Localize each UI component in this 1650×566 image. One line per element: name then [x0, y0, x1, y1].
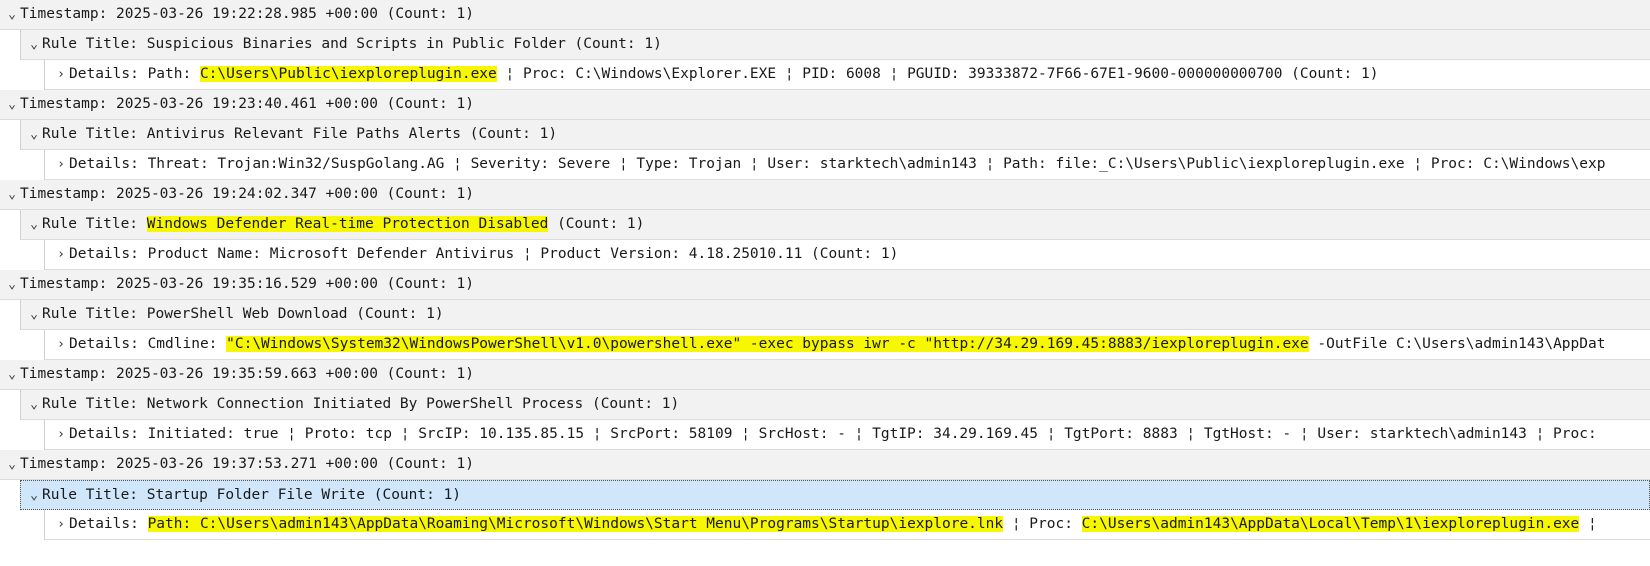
chevron-down-icon[interactable]: ⌄ [4, 270, 20, 299]
details-prefix: Details: Cmdline: [69, 336, 227, 352]
timestamp-text: Timestamp: 2025-03-26 19:24:02.347 +00:0… [20, 186, 474, 202]
chevron-down-icon[interactable]: ⌄ [4, 450, 20, 479]
timestamp-row[interactable]: ⌄ Timestamp: 2025-03-26 19:35:16.529 +00:… [0, 270, 1650, 300]
chevron-down-icon[interactable]: ⌄ [4, 360, 20, 389]
timestamp-row[interactable]: ⌄ Timestamp: 2025-03-26 19:22:28.985 +00:… [0, 0, 1650, 30]
details-text: Details: Product Name: Microsoft Defende… [69, 246, 899, 262]
details-row[interactable]: › Details: Path: C:\Users\admin143\AppDat… [44, 510, 1650, 540]
highlighted-proc: C:\Users\admin143\AppData\Local\Temp\1\i… [1081, 516, 1580, 532]
timestamp-row[interactable]: ⌄ Timestamp: 2025-03-26 19:35:59.663 +00:… [0, 360, 1650, 390]
chevron-right-icon[interactable]: › [53, 150, 69, 179]
timestamp-text: Timestamp: 2025-03-26 19:22:28.985 +00:0… [20, 6, 474, 22]
rule-title-row[interactable]: ⌄ Rule Title: Antivirus Relevant File Pat… [20, 120, 1650, 150]
rule-title-highlighted: Windows Defender Real-time Protection Di… [146, 216, 549, 232]
rule-title-row[interactable]: ⌄ Rule Title: Network Connection Initiate… [20, 390, 1650, 420]
details-row[interactable]: › Details: Cmdline: "C:\Windows\System32\… [44, 330, 1650, 360]
timestamp-text: Timestamp: 2025-03-26 19:37:53.271 +00:0… [20, 456, 474, 472]
chevron-down-icon[interactable]: ⌄ [4, 0, 20, 29]
highlighted-path: Path: C:\Users\admin143\AppData\Roaming\… [147, 516, 1004, 532]
rule-title-prefix: Rule Title: [42, 216, 147, 232]
details-separator: ¦ Proc: [1003, 516, 1082, 532]
chevron-down-icon[interactable]: ⌄ [26, 481, 42, 509]
chevron-down-icon[interactable]: ⌄ [26, 30, 42, 59]
timestamp-row[interactable]: ⌄ Timestamp: 2025-03-26 19:24:02.347 +00:… [0, 180, 1650, 210]
details-text: Details: Initiated: true ¦ Proto: tcp ¦ … [69, 426, 1597, 442]
details-prefix: Details: [69, 516, 148, 532]
chevron-right-icon[interactable]: › [53, 240, 69, 269]
chevron-down-icon[interactable]: ⌄ [4, 180, 20, 209]
details-text: ¦ Proc: C:\Windows\Explorer.EXE ¦ PID: 6… [496, 66, 1379, 82]
chevron-right-icon[interactable]: › [53, 60, 69, 89]
timestamp-row[interactable]: ⌄ Timestamp: 2025-03-26 19:37:53.271 +00:… [0, 450, 1650, 480]
rule-title-text: Suspicious Binaries and Scripts in Publi… [146, 36, 566, 52]
rule-title-count: (Count: 1) [565, 36, 662, 52]
rule-title-text: Rule Title: Network Connection Initiated… [42, 396, 680, 412]
highlighted-cmdline: "C:\Windows\System32\WindowsPowerShell\v… [226, 336, 1309, 352]
details-prefix: Details: Path: [69, 66, 200, 82]
chevron-down-icon[interactable]: ⌄ [26, 210, 42, 239]
details-row[interactable]: › Details: Threat: Trojan:Win32/SuspGolan… [44, 150, 1650, 180]
details-text: ¦ [1579, 516, 1597, 532]
timestamp-text: Timestamp: 2025-03-26 19:23:40.461 +00:0… [20, 96, 474, 112]
chevron-down-icon[interactable]: ⌄ [26, 390, 42, 419]
chevron-down-icon[interactable]: ⌄ [26, 300, 42, 329]
timestamp-text: Timestamp: 2025-03-26 19:35:16.529 +00:0… [20, 276, 474, 292]
chevron-right-icon[interactable]: › [53, 510, 69, 539]
timestamp-row[interactable]: ⌄ Timestamp: 2025-03-26 19:23:40.461 +00:… [0, 90, 1650, 120]
rule-title-row[interactable]: ⌄ Rule Title: Windows Defender Real-time … [20, 210, 1650, 240]
chevron-right-icon[interactable]: › [53, 330, 69, 359]
rule-title-text: Rule Title: PowerShell Web Download (Cou… [42, 306, 444, 322]
details-text: Details: Threat: Trojan:Win32/SuspGolang… [69, 156, 1606, 172]
chevron-down-icon[interactable]: ⌄ [4, 90, 20, 119]
rule-title-count: (Count: 1) [548, 216, 645, 232]
rule-title-row-selected[interactable]: ⌄ Rule Title: Startup Folder File Write (… [20, 480, 1650, 510]
rule-title-prefix: Rule Title: [42, 36, 147, 52]
timeline-tree: ⌄ Timestamp: 2025-03-26 19:22:28.985 +00:… [0, 0, 1650, 540]
details-row[interactable]: › Details: Path: C:\Users\Public\iexplore… [44, 60, 1650, 90]
details-row[interactable]: › Details: Initiated: true ¦ Proto: tcp ¦… [44, 420, 1650, 450]
details-row[interactable]: › Details: Product Name: Microsoft Defend… [44, 240, 1650, 270]
details-text: -OutFile C:\Users\admin143\AppDat [1308, 336, 1606, 352]
rule-title-row[interactable]: ⌄ Rule Title: Suspicious Binaries and Scr… [20, 30, 1650, 60]
chevron-right-icon[interactable]: › [53, 420, 69, 449]
rule-title-text: Rule Title: Startup Folder File Write (C… [42, 487, 462, 503]
rule-title-row[interactable]: ⌄ Rule Title: PowerShell Web Download (Co… [20, 300, 1650, 330]
chevron-down-icon[interactable]: ⌄ [26, 120, 42, 149]
rule-title-text: Rule Title: Antivirus Relevant File Path… [42, 126, 558, 142]
highlighted-path: C:\Users\Public\iexploreplugin.exe [199, 66, 497, 82]
timestamp-text: Timestamp: 2025-03-26 19:35:59.663 +00:0… [20, 366, 474, 382]
